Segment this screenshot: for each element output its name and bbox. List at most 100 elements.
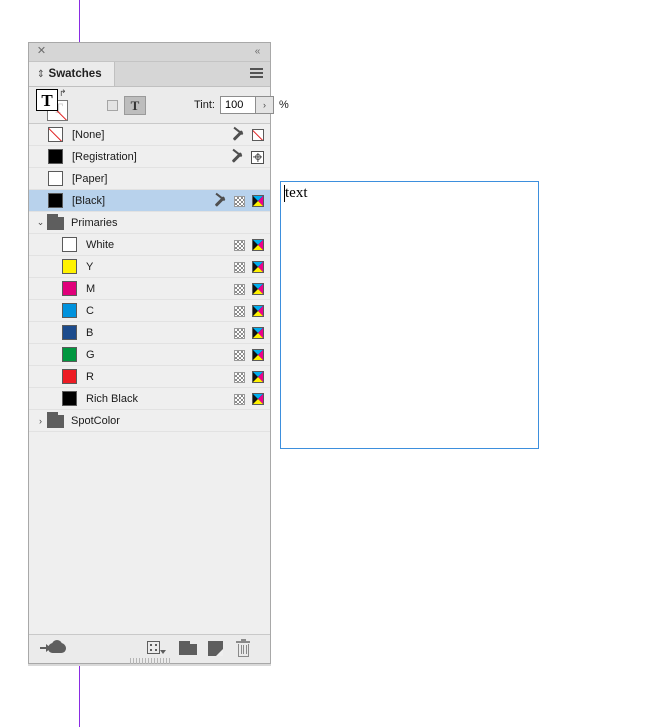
swatch-color-chip[interactable] xyxy=(48,193,63,208)
process-color-icon xyxy=(234,371,245,383)
tint-label: Tint: xyxy=(194,99,215,111)
swatch-row[interactable]: G xyxy=(29,344,270,366)
swatch-row[interactable]: [Black] xyxy=(29,190,270,212)
cc-library-icon[interactable] xyxy=(40,640,66,657)
group-twisty-icon[interactable]: › xyxy=(35,416,46,426)
process-color-icon xyxy=(234,239,245,251)
swatches-panel: ✕ « ⇕ Swatches T T ↱ T Tint: 100 › % [No… xyxy=(28,42,289,664)
swatch-color-chip[interactable] xyxy=(62,369,77,384)
panel-titlebar: ✕ « xyxy=(29,43,270,62)
swatch-name: [Paper] xyxy=(72,172,108,185)
swatch-color-chip[interactable] xyxy=(48,149,63,164)
swatch-row-icons xyxy=(234,388,264,410)
swatch-row[interactable]: Y xyxy=(29,256,270,278)
fill-proxy-glyph: T xyxy=(41,90,53,110)
swatch-color-chip[interactable] xyxy=(62,281,77,296)
swatch-color-chip[interactable] xyxy=(62,237,77,252)
swatch-row[interactable]: [Registration] xyxy=(29,146,270,168)
close-icon[interactable]: ✕ xyxy=(35,45,48,58)
swatch-name: [Registration] xyxy=(72,150,137,163)
swatch-row-icons xyxy=(230,146,264,168)
process-color-icon xyxy=(234,349,245,361)
none-slash-icon xyxy=(49,128,62,141)
panel-menu-icon[interactable] xyxy=(250,68,263,79)
formatting-affects-text-glyph: T xyxy=(130,98,140,113)
folder-icon xyxy=(47,412,64,428)
swatch-row-icons xyxy=(234,234,264,256)
swatch-row[interactable]: [None] xyxy=(29,124,270,146)
folder-icon xyxy=(47,214,64,230)
panel-options-bar: T T ↱ T Tint: 100 › % xyxy=(29,87,289,124)
swatch-color-chip[interactable] xyxy=(48,171,63,186)
swatch-group-row[interactable]: ⌄ Primaries xyxy=(29,212,270,234)
panel-tab-row: ⇕ Swatches xyxy=(29,62,270,87)
none-swatch-icon xyxy=(252,129,264,141)
cmyk-color-mode-icon xyxy=(252,349,264,361)
formatting-affects-container-button[interactable] xyxy=(107,100,118,111)
swatch-row[interactable]: R xyxy=(29,366,270,388)
swatch-name: M xyxy=(86,282,96,295)
cmyk-color-mode-icon xyxy=(252,371,264,383)
swatch-row[interactable]: White xyxy=(29,234,270,256)
vertical-guide-bottom xyxy=(79,664,80,727)
swatch-group-name: SpotColor xyxy=(71,414,120,427)
swatch-color-chip[interactable] xyxy=(62,303,77,318)
tint-input[interactable]: 100 xyxy=(220,96,256,114)
collapse-panel-icon[interactable]: « xyxy=(250,45,264,58)
swatch-name: Rich Black xyxy=(86,392,138,405)
swatch-color-chip[interactable] xyxy=(62,391,77,406)
swatch-name: C xyxy=(86,304,94,317)
swatch-name: G xyxy=(86,348,95,361)
swatch-name: R xyxy=(86,370,94,383)
swatch-row-icons xyxy=(234,278,264,300)
tint-group: Tint: 100 › % xyxy=(194,96,289,114)
tab-label: Swatches xyxy=(48,68,102,80)
swatch-row[interactable]: Rich Black xyxy=(29,388,270,410)
text-frame-content: text xyxy=(285,185,308,201)
swatch-list[interactable]: [None] [Registration] [Paper] [Black] ⌄ Prima… xyxy=(29,124,270,634)
vertical-guide-top xyxy=(79,0,80,42)
new-swatch-icon[interactable] xyxy=(208,641,223,656)
cmyk-color-mode-icon xyxy=(252,195,264,207)
formatting-affects-text-button[interactable]: T xyxy=(124,96,146,115)
formatting-affects-group: T xyxy=(107,96,146,115)
cmyk-color-mode-icon xyxy=(252,393,264,405)
swatch-row[interactable]: M xyxy=(29,278,270,300)
tab-swatches[interactable]: ⇕ Swatches xyxy=(29,62,115,86)
swatch-row[interactable]: C xyxy=(29,300,270,322)
process-color-icon xyxy=(234,283,245,295)
cmyk-color-mode-icon xyxy=(252,283,264,295)
tab-grip-icon: ⇕ xyxy=(37,67,45,79)
panel-bottom-edge xyxy=(28,664,271,666)
cmyk-color-mode-icon xyxy=(252,305,264,317)
swatch-color-chip[interactable] xyxy=(62,259,77,274)
swatch-row[interactable]: [Paper] xyxy=(29,168,270,190)
group-twisty-icon[interactable]: ⌄ xyxy=(35,217,46,228)
swatch-row-icons xyxy=(234,322,264,344)
new-color-group-icon[interactable] xyxy=(147,641,167,657)
swatch-color-chip[interactable] xyxy=(62,347,77,362)
swatch-color-chip[interactable] xyxy=(48,127,63,142)
tint-percent-label: % xyxy=(279,99,289,111)
tint-stepper-icon[interactable]: › xyxy=(256,96,274,114)
process-color-icon xyxy=(234,195,245,207)
new-folder-icon[interactable] xyxy=(179,641,197,655)
eyedropper-disabled-icon xyxy=(230,150,244,164)
delete-swatch-icon[interactable] xyxy=(236,639,250,657)
swatch-group-row[interactable]: › SpotColor xyxy=(29,410,270,432)
fill-stroke-proxy: T T ↱ xyxy=(36,88,70,121)
swatch-row-icons xyxy=(234,300,264,322)
swatch-color-chip[interactable] xyxy=(62,325,77,340)
swatch-name: [None] xyxy=(72,128,105,141)
swatch-row-icons xyxy=(231,124,264,146)
eyedropper-disabled-icon xyxy=(213,194,227,208)
swap-fill-stroke-icon[interactable]: ↱ xyxy=(59,88,67,99)
swatch-row-icons xyxy=(234,366,264,388)
panel-resize-grip[interactable] xyxy=(130,658,170,664)
process-color-icon xyxy=(234,305,245,317)
process-color-icon xyxy=(234,393,245,405)
swatch-row[interactable]: B xyxy=(29,322,270,344)
process-color-icon xyxy=(234,261,245,273)
text-frame[interactable]: text xyxy=(280,181,539,449)
fill-proxy-swatch[interactable]: T xyxy=(36,89,58,111)
